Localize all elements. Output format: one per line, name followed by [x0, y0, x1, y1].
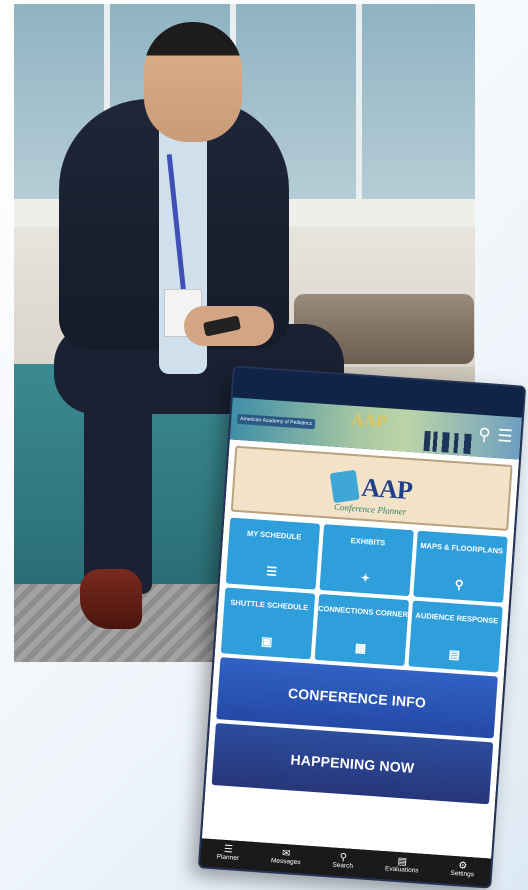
tile-label: CONNECTIONS CORNER: [317, 603, 409, 620]
person-head: [144, 22, 242, 142]
tile-label: EXHIBITS: [350, 536, 386, 548]
nav-label: Search: [332, 861, 354, 870]
person-shoe: [80, 569, 142, 629]
org-label: American Academy of Pediatrics: [236, 413, 316, 430]
logo-title: AAP: [360, 472, 413, 506]
tile-my-schedule[interactable]: MY SCHEDULE ☰: [225, 517, 321, 590]
window-pane: [362, 4, 475, 204]
list-icon: ☰: [265, 564, 278, 579]
banner-title: AAP: [350, 409, 387, 432]
phone-logo-icon: [329, 469, 360, 504]
bus-icon: ▣: [260, 634, 273, 649]
tile-label: AUDIENCE RESPONSE: [415, 610, 499, 626]
skyline-graphic: [423, 430, 475, 455]
nav-label: Evaluations: [384, 865, 419, 875]
nav-messages[interactable]: ✉ Messages: [270, 848, 302, 867]
tile-shuttle-schedule[interactable]: SHUTTLE SCHEDULE ▣: [220, 587, 316, 660]
building-icon: ▦: [354, 640, 367, 656]
menu-icon[interactable]: ☰: [497, 426, 514, 447]
phone-mockup: American Academy of Pediatrics AAP ⚲ ☰ A…: [197, 365, 527, 889]
person-shin: [84, 394, 152, 594]
handshake-icon: ✦: [359, 570, 371, 586]
happening-now-label: HAPPENING NOW: [290, 751, 415, 776]
tile-exhibits[interactable]: EXHIBITS ✦: [319, 524, 414, 597]
map-pin-icon: ⚲: [454, 577, 465, 592]
nav-label: Planner: [216, 853, 240, 862]
nav-search[interactable]: ⚲ Search: [332, 852, 354, 871]
app-logo: AAP Conference Planner: [230, 445, 513, 531]
tile-grid: MY SCHEDULE ☰ EXHIBITS ✦ MAPS & FLOORPLA…: [220, 517, 508, 673]
clipboard-icon: ▤: [448, 647, 461, 662]
tile-label: MAPS & FLOORPLANS: [420, 540, 504, 556]
app-body: AAP Conference Planner MY SCHEDULE ☰ EXH…: [201, 439, 520, 859]
search-icon[interactable]: ⚲: [478, 425, 492, 446]
nav-settings[interactable]: ⚙ Settings: [450, 860, 475, 880]
conference-info-label: CONFERENCE INFO: [287, 685, 427, 711]
tile-audience-response[interactable]: AUDIENCE RESPONSE ▤: [408, 600, 503, 673]
nav-label: Settings: [450, 869, 475, 879]
tile-label: SHUTTLE SCHEDULE: [230, 597, 309, 613]
nav-planner[interactable]: ☰ Planner: [216, 844, 240, 863]
nav-label: Messages: [270, 857, 301, 867]
nav-evaluations[interactable]: ▤ Evaluations: [384, 856, 420, 875]
tile-label: MY SCHEDULE: [246, 528, 302, 542]
tile-maps-floorplans[interactable]: MAPS & FLOORPLANS ⚲: [413, 530, 508, 603]
tile-connections-corner[interactable]: CONNECTIONS CORNER ▦: [314, 593, 409, 667]
